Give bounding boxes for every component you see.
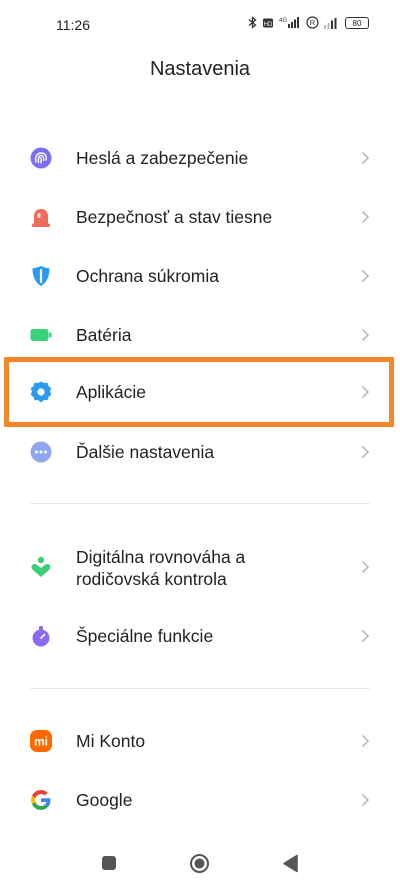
digital-wellbeing-icon [31,556,51,577]
settings-item-battery[interactable]: Batéria [0,316,400,354]
settings-item-label: Mi Konto [76,731,146,751]
home-circle-icon[interactable] [189,853,210,874]
sim-icon: HD [263,18,273,28]
settings-item-safety-emergency[interactable]: Bezpečnosť a stav tiesne [0,198,400,236]
navigation-bar [0,843,400,889]
settings-item-special-features[interactable]: Špeciálne funkcie [0,617,400,655]
signal-icon-2 [324,17,337,29]
settings-item-google[interactable]: Google [0,781,400,819]
settings-item-label-line2: rodičovská kontrola [76,569,227,589]
page-title: Nastavenia [149,58,251,80]
battery-status-icon [30,329,52,341]
privacy-shield-icon [32,266,50,286]
settings-item-digital-wellbeing[interactable]: Digitálna rovnováha a rodičovská kontrol… [0,543,400,591]
chevron-right-icon [361,734,370,748]
mi-logo-icon: mi [30,730,52,752]
svg-text:mi: mi [34,735,48,749]
status-bar: 11:26 HD 4G R 80 [0,0,400,52]
settings-item-label: Heslá a zabezpečenie [76,148,249,168]
settings-item-label: Google [76,790,133,810]
chevron-right-icon [361,328,370,342]
back-triangle-icon[interactable] [282,854,299,873]
chevron-right-icon [361,560,370,574]
chevron-right-icon [361,793,370,807]
settings-item-label: Špeciálne funkcie [76,626,214,646]
settings-item-label: Ďalšie nastavenia [76,442,215,462]
svg-text:HD: HD [264,22,273,28]
settings-item-passwords-security[interactable]: Heslá a zabezpečenie [0,139,400,177]
recents-square-icon[interactable] [101,855,117,871]
fingerprint-icon [30,147,52,169]
settings-item-label: Ochrana súkromia [76,266,219,286]
section-divider [30,688,370,689]
roaming-icon: R [306,16,319,29]
google-logo-icon [31,790,51,810]
status-time: 11:26 [56,17,90,33]
more-dots-icon [30,441,52,463]
settings-item-mi-account[interactable]: mi Mi Konto [0,722,400,760]
highlight-frame [4,357,394,427]
svg-text:4G: 4G [279,18,287,24]
alarm-light-icon [32,209,50,227]
chevron-right-icon [361,445,370,459]
chevron-right-icon [361,151,370,165]
special-features-icon [32,626,50,647]
settings-item-label: Bezpečnosť a stav tiesne [76,207,273,227]
battery-icon: 80 [345,16,369,29]
settings-item-label-line1: Digitálna rovnováha a [76,547,246,567]
svg-text:R: R [310,18,316,27]
settings-item-privacy[interactable]: Ochrana súkromia [0,257,400,295]
section-divider [30,503,370,504]
status-icons: HD 4G R 80 [248,16,369,29]
chevron-right-icon [361,210,370,224]
chevron-right-icon [361,629,370,643]
signal-icon: 4G [279,17,299,28]
bluetooth-icon [248,16,257,29]
settings-item-additional-settings[interactable]: Ďalšie nastavenia [0,433,400,471]
settings-item-label: Batéria [76,325,132,345]
chevron-right-icon [361,269,370,283]
